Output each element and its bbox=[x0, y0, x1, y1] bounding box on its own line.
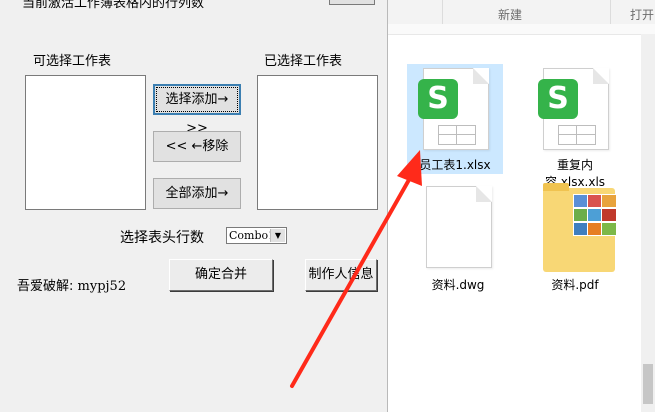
file-name: 重复内容.xlsx.xls bbox=[544, 158, 606, 189]
file-item-employee-sheet[interactable]: S 员工表1.xlsx bbox=[407, 64, 503, 174]
file-name: 资料.dwg bbox=[431, 278, 485, 292]
ribbon-open-label[interactable]: 打开 bbox=[630, 6, 654, 23]
grid-lines-icon bbox=[558, 125, 596, 145]
spreadsheet-icon: S bbox=[538, 68, 609, 150]
header-rows-label: 选择表头行数 bbox=[120, 230, 204, 246]
merge-sheets-dialog: 当前激活工作簿表格内的行列数 可选择工作表 已选择工作表 选择添加→ >> <<… bbox=[0, 0, 388, 412]
ribbon-toolbar: 新建 打开 bbox=[385, 0, 655, 25]
add-all-button[interactable]: 全部添加→ bbox=[153, 178, 241, 209]
grid-lines-icon bbox=[438, 125, 476, 145]
selected-sheets-listbox[interactable] bbox=[257, 75, 378, 210]
spreadsheet-icon: S bbox=[418, 68, 489, 150]
credit-text: 吾爱破解: mypj52 bbox=[17, 275, 126, 294]
add-selected-button[interactable]: 选择添加→ >> bbox=[153, 84, 241, 136]
top-button-partial[interactable] bbox=[329, 0, 375, 5]
confirm-merge-button[interactable]: 确定合并 bbox=[169, 259, 273, 291]
vertical-scrollbar[interactable] bbox=[641, 34, 655, 412]
file-item-dwg[interactable]: 资料.dwg bbox=[410, 186, 506, 296]
file-item-pdf[interactable]: 资料.pdf bbox=[527, 183, 623, 296]
available-sheets-label: 可选择工作表 bbox=[33, 54, 112, 69]
file-name: 资料.pdf bbox=[551, 278, 599, 292]
address-strip bbox=[385, 24, 655, 35]
remove-button[interactable]: << ←移除 bbox=[153, 131, 241, 162]
credit-id: mypj52 bbox=[77, 279, 127, 294]
file-name: 员工表1.xlsx bbox=[419, 158, 491, 172]
available-sheets-listbox[interactable] bbox=[25, 75, 146, 210]
credit-label: 吾爱破解: bbox=[17, 279, 74, 294]
file-item-duplicate-content[interactable]: S 重复内容.xlsx.xls bbox=[527, 64, 623, 189]
scrollbar-thumb[interactable] bbox=[643, 364, 653, 404]
header-rows-combobox[interactable]: Combo1 ▼ bbox=[226, 227, 287, 244]
ribbon-divider bbox=[442, 0, 443, 24]
selected-sheets-label: 已选择工作表 bbox=[264, 54, 343, 69]
combobox-value: Combo1 bbox=[229, 229, 276, 242]
ribbon-divider bbox=[610, 0, 611, 24]
ribbon-new-label[interactable]: 新建 bbox=[498, 6, 522, 23]
author-info-button[interactable]: 制作人信息 bbox=[305, 259, 377, 291]
dropdown-arrow-icon[interactable]: ▼ bbox=[270, 229, 285, 242]
sheet-badge-icon: S bbox=[538, 79, 578, 119]
image-folder-icon bbox=[543, 183, 617, 272]
sheet-badge-icon: S bbox=[418, 79, 458, 119]
blank-file-icon bbox=[426, 186, 492, 268]
dialog-top-text: 当前激活工作簿表格内的行列数 bbox=[22, 0, 205, 11]
